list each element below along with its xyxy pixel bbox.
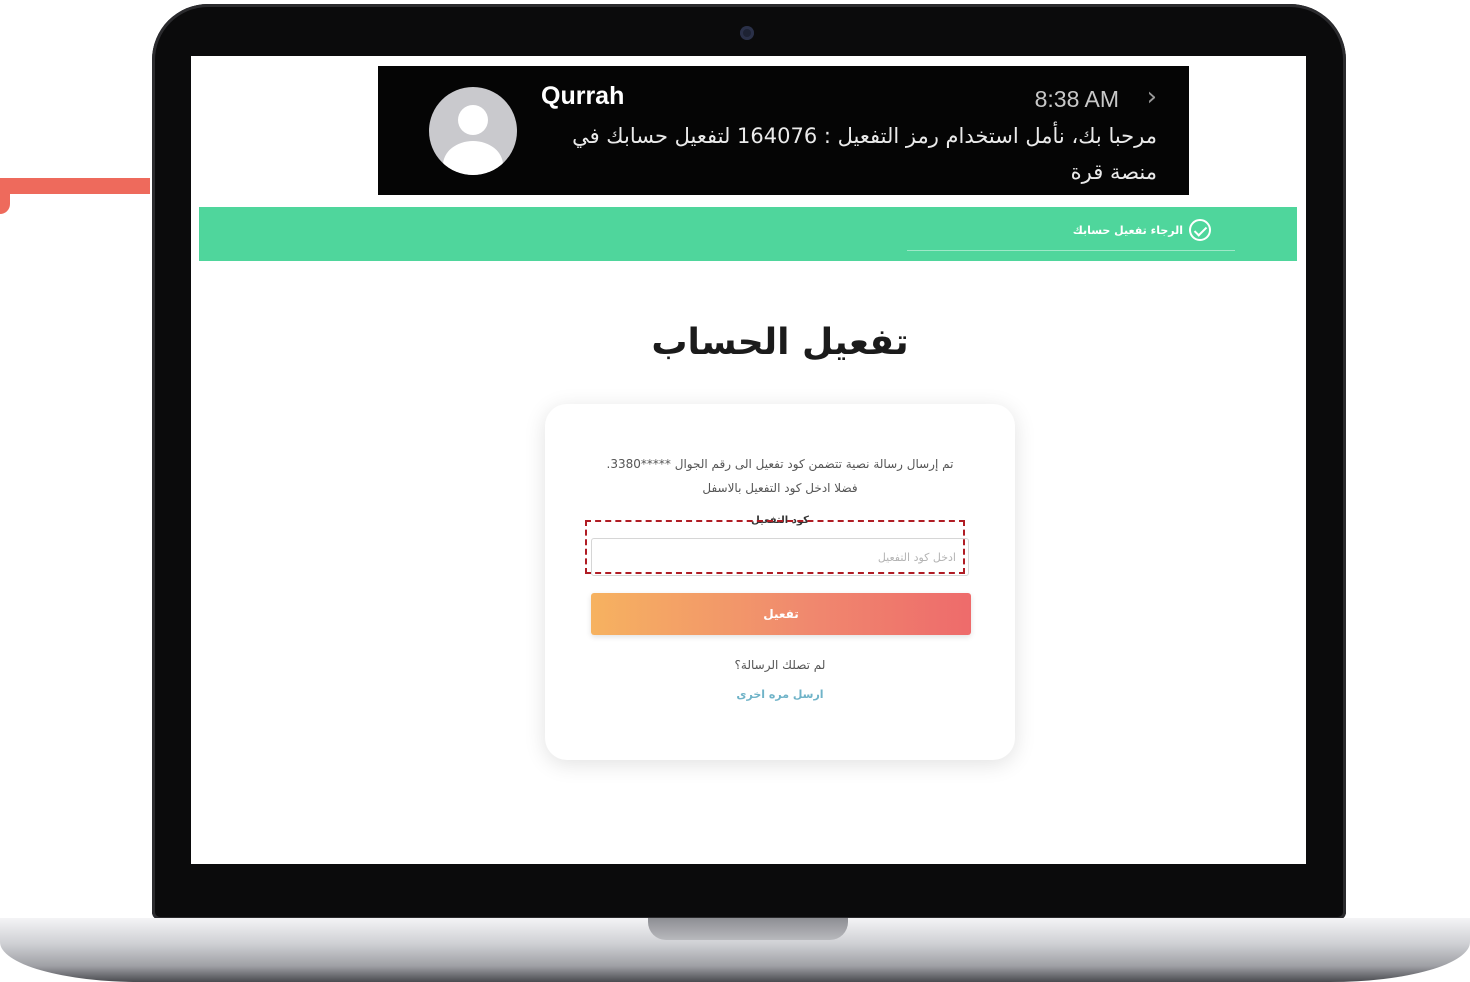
notification-time: 8:38 AM [1034,86,1119,112]
sms-sent-line-2: فضلا ادخل كود التفعيل بالاسفل [702,481,858,495]
activation-code-input[interactable] [591,538,969,576]
avatar-body [443,141,503,175]
no-message-text: لم تصلك الرسالة؟ [734,658,826,672]
activation-card: تم إرسال رسالة نصية تتضمن كود تفعيل الى … [545,404,1015,760]
chevron-right-icon[interactable]: › [1147,82,1157,112]
sms-sent-line-1: تم إرسال رسالة نصية تتضمن كود تفعيل الى … [606,457,954,471]
notification-sender: Qurrah [541,82,625,110]
red-connector-line [0,178,150,194]
account-status-bar: الرجاء تفعيل حسابك [199,207,1297,261]
status-text: الرجاء تفعيل حسابك [1072,223,1183,237]
status-message: الرجاء تفعيل حسابك [1073,219,1211,241]
activation-code-label: كود التفعيل [751,515,809,526]
resend-link[interactable]: ارسل مره اخرى [545,688,1015,701]
page-title: تفعيل الحساب [651,322,909,363]
sms-notification[interactable]: Qurrah 8:38 AM › مرحبا بك، نأمل استخدام … [378,66,1189,195]
sms-sent-message: تم إرسال رسالة نصية تتضمن كود تفعيل الى … [565,452,995,500]
laptop-notch [648,918,848,940]
activate-button[interactable]: تفعيل [591,593,971,635]
red-connector-tail [0,190,10,214]
notification-message: مرحبا بك، نأمل استخدام رمز التفعيل : 164… [572,124,1157,184]
status-underline [907,250,1235,251]
user-avatar-icon [429,87,517,175]
webcam [740,26,754,40]
avatar-head [458,105,488,135]
check-circle-icon [1189,219,1211,241]
